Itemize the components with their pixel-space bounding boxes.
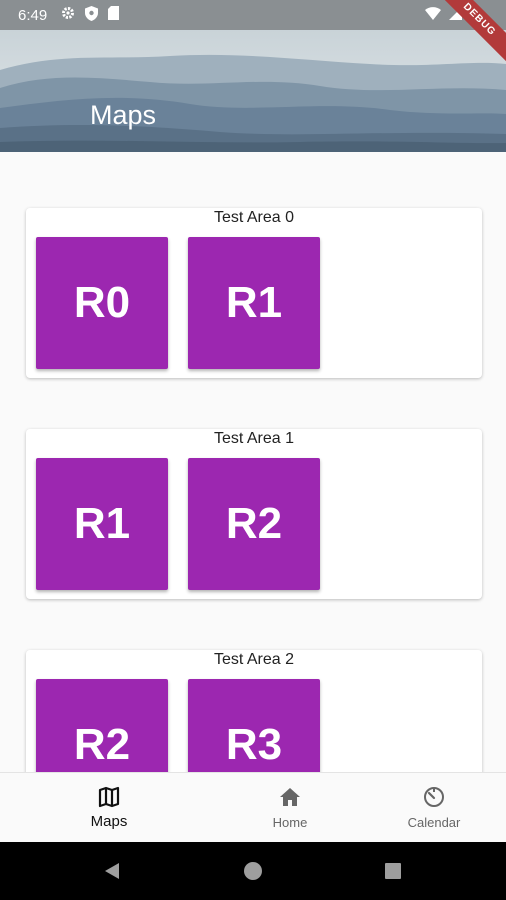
- area-card-title: Test Area 2: [213, 651, 295, 668]
- map-area-list[interactable]: Test Area 0 R0 R1 Test Area 1 R1 R2 Test…: [0, 152, 506, 772]
- nav-label-maps: Maps: [90, 813, 128, 830]
- page-title: Maps: [90, 100, 157, 130]
- timer-icon: [424, 787, 444, 807]
- area-card: Test Area 2 R2 R3: [26, 650, 482, 772]
- room-tile[interactable]: R2: [188, 458, 320, 590]
- status-bar: 6:49: [0, 0, 506, 30]
- back-icon[interactable]: [82, 842, 142, 900]
- recents-square-icon[interactable]: [363, 842, 423, 900]
- room-tile[interactable]: R1: [36, 458, 168, 590]
- room-tile[interactable]: R1: [188, 237, 320, 369]
- area-card: Test Area 0 R0 R1: [26, 208, 482, 378]
- room-tile[interactable]: R0: [36, 237, 168, 369]
- area-card-title: Test Area 0: [213, 209, 295, 226]
- bottom-navigation: Maps Home Calendar: [0, 772, 506, 842]
- app-bar: Maps: [0, 30, 506, 152]
- shield-icon: [85, 5, 99, 25]
- map-icon: [98, 786, 120, 808]
- nav-item-calendar[interactable]: Calendar: [374, 773, 494, 843]
- area-card-title: Test Area 1: [213, 430, 295, 447]
- header-landscape-image: [0, 30, 506, 152]
- nav-label-home: Home: [272, 815, 308, 830]
- sd-card-icon: [108, 6, 120, 24]
- status-time: 6:49: [18, 6, 48, 24]
- wifi-icon: [425, 6, 441, 24]
- home-circle-icon[interactable]: [223, 842, 283, 900]
- nav-item-maps[interactable]: Maps: [49, 773, 169, 843]
- area-card: Test Area 1 R1 R2: [26, 429, 482, 599]
- nav-item-home[interactable]: Home: [230, 773, 350, 843]
- room-tile[interactable]: R3: [188, 679, 320, 772]
- settings-icon: [61, 6, 75, 24]
- room-tile[interactable]: R2: [36, 679, 168, 772]
- system-navigation-bar: [0, 842, 506, 900]
- home-icon: [280, 788, 300, 806]
- nav-label-calendar: Calendar: [407, 815, 461, 830]
